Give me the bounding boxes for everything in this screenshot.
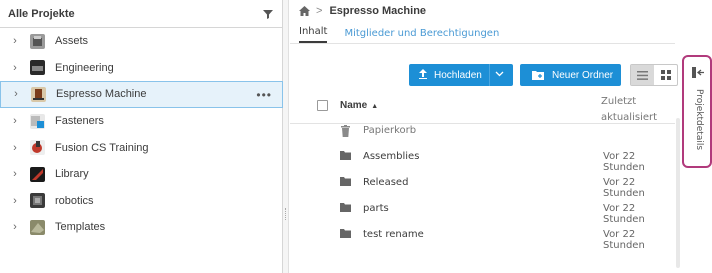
folder-icon [340,203,351,212]
filter-icon[interactable] [262,8,274,20]
chevron-down-icon[interactable] [495,69,504,80]
chevron-right-icon[interactable]: › [10,115,20,127]
project-thumbnail [30,166,45,182]
view-toggle [630,64,678,86]
project-details-rail[interactable]: Projektdetails [682,55,712,168]
project-item-label: robotics [55,194,94,207]
chevron-right-icon[interactable]: › [10,142,20,154]
row-name: test rename [363,229,424,240]
project-item-label: Espresso Machine [56,88,147,101]
panel-splitter[interactable] [283,0,289,273]
table-row[interactable]: Papierkorb [290,118,675,144]
file-list: Papierkorb Assemblies Vor 22 Stunden Rel… [290,118,675,251]
project-item-label: Library [55,168,89,181]
tab-inhalt[interactable]: Inhalt [299,26,328,43]
scrollbar-thumb[interactable] [676,118,680,268]
list-view-icon[interactable] [631,65,654,85]
project-thumbnail [30,33,45,49]
new-folder-button-label: Neuer Ordner [552,69,614,81]
row-name: Released [363,177,409,188]
sort-ascending-icon: ▲ [371,103,379,110]
project-item-assets[interactable]: › Assets [0,28,283,55]
chevron-right-icon[interactable]: › [10,195,20,207]
projects-panel: Alle Projekte › Assets › Engineering › E… [0,0,283,273]
chevron-right-icon[interactable]: › [10,168,20,180]
column-header-updated-line1: Zuletzt [601,96,637,107]
folder-icon [340,229,351,238]
tab-mitglieder[interactable]: Mitglieder und Berechtigungen [344,28,499,43]
project-item-label: Assets [55,35,89,48]
chevron-right-icon[interactable]: › [11,88,21,100]
upload-button[interactable]: Hochladen [409,64,513,86]
project-tree: › Assets › Engineering › Espresso Machin… [0,28,283,241]
breadcrumb-separator: > [316,5,323,17]
project-item-templates[interactable]: › Templates [0,214,283,241]
project-thumbnail [30,193,45,209]
project-item-robotics[interactable]: › robotics [0,188,283,215]
splitter-grip-icon[interactable] [285,208,287,220]
column-header-name[interactable]: Name ▲ [340,100,378,111]
new-folder-button[interactable]: Neuer Ordner [520,64,621,86]
projects-panel-title: Alle Projekte [8,7,75,20]
project-item-espresso-machine[interactable]: › Espresso Machine ••• [0,81,283,108]
chevron-right-icon[interactable]: › [10,62,20,74]
trash-icon [340,125,351,137]
folder-icon [340,151,351,160]
grid-view-icon[interactable] [654,65,677,85]
row-name: parts [363,203,389,214]
upload-button-label: Hochladen [434,69,482,81]
project-thumbnail [30,60,45,76]
project-item-label: Templates [55,221,106,234]
breadcrumb: > Espresso Machine [290,0,675,22]
table-row[interactable]: test rename Vor 22 Stunden [290,222,675,251]
split-divider [489,64,490,86]
panel-expand-icon[interactable] [692,67,704,78]
project-details-label: Projektdetails [694,89,704,151]
select-all-checkbox[interactable] [317,100,328,111]
project-thumbnail [30,113,45,129]
row-updated: Vor 22 Stunden [603,229,645,251]
project-item-engineering[interactable]: › Engineering [0,55,283,82]
breadcrumb-current: Espresso Machine [329,5,427,17]
table-row[interactable]: parts Vor 22 Stunden [290,196,675,225]
project-item-library[interactable]: › Library [0,161,283,188]
project-item-fasteners[interactable]: › Fasteners [0,108,283,135]
home-icon[interactable] [299,6,310,16]
project-thumbnail [30,219,45,235]
upload-icon [419,68,427,82]
projects-panel-header: Alle Projekte [0,0,282,28]
folder-icon [340,177,351,186]
project-item-label: Engineering [55,61,114,74]
new-folder-icon [532,70,544,80]
project-item-fusion-cs-training[interactable]: › Fusion CS Training [0,134,283,161]
table-row[interactable]: Released Vor 22 Stunden [290,170,675,199]
row-name: Assemblies [363,151,420,162]
content-toolbar: Hochladen Neuer Ordner [290,64,678,86]
project-item-label: Fusion CS Training [55,141,149,154]
project-thumbnail [30,140,45,156]
chevron-right-icon[interactable]: › [10,221,20,233]
row-name: Papierkorb [363,125,417,136]
project-content: > Espresso Machine Inhalt Mitglieder und… [290,0,678,273]
chevron-right-icon[interactable]: › [10,35,20,47]
content-tabs: Inhalt Mitglieder und Berechtigungen [290,22,675,44]
project-item-label: Fasteners [55,115,104,128]
column-header-name-label: Name [340,100,368,111]
table-row[interactable]: Assemblies Vor 22 Stunden [290,144,675,173]
more-options-icon[interactable]: ••• [256,88,272,102]
project-thumbnail [31,86,46,102]
